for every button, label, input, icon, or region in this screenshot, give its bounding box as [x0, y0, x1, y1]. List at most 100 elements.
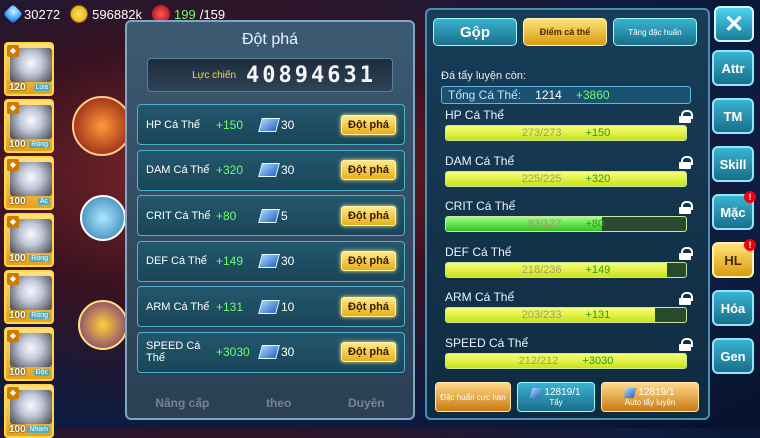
- coin-icon: [70, 5, 89, 23]
- stat-name: ARM Cá Thể: [146, 300, 210, 313]
- pet-level: 120: [9, 82, 26, 93]
- breakthrough-button[interactable]: Đột phá: [341, 342, 396, 363]
- stat-name: HP Cá Thể: [146, 118, 201, 131]
- gem-tag-icon: ◆: [7, 273, 19, 285]
- pet-type: Rồng: [29, 312, 50, 319]
- sidebar-mặc[interactable]: Mặc!: [712, 191, 756, 230]
- stat-value: 83/127: [527, 218, 562, 231]
- stone-icon: [530, 387, 543, 398]
- dac-huan-button[interactable]: Đặc huấn cực hạn: [435, 382, 511, 412]
- breakthrough-button[interactable]: Đột phá: [341, 251, 396, 272]
- stat-increase: +3030: [216, 345, 250, 360]
- gem-tag-icon: ◆: [7, 159, 19, 171]
- auto-tay-button[interactable]: 12819/1 Auto tẩy luyện: [601, 382, 699, 412]
- sidebar-hl[interactable]: HL!: [712, 239, 756, 278]
- stat-inc: +131: [585, 309, 611, 322]
- stat-bar: 273/273 +150: [445, 125, 687, 141]
- stone-cost: 30: [281, 254, 295, 269]
- tab-diem-ca-the[interactable]: Điểm cá thể: [523, 18, 607, 46]
- stone-icon: [258, 163, 280, 178]
- gem-tag-icon: ◆: [7, 216, 19, 228]
- stat-bar: 83/127 +80: [445, 216, 687, 233]
- sidebar-label: TM: [723, 108, 743, 124]
- pet-card[interactable]: ◆ 100 Nham: [4, 384, 54, 438]
- stat-inc: +149: [585, 263, 611, 276]
- stat-bar: 203/233 +131: [445, 307, 687, 324]
- tay-label: Tẩy: [549, 398, 563, 407]
- decor-orb: [72, 96, 132, 156]
- pet-card[interactable]: ◆ 100 Rồng: [4, 270, 54, 324]
- lock-icon[interactable]: [679, 110, 693, 123]
- stat-name: DEF Cá Thể: [146, 255, 207, 268]
- footer-label[interactable]: Duyên: [348, 396, 385, 410]
- close-button[interactable]: ✕: [714, 6, 754, 42]
- stat-inc: +320: [585, 172, 611, 185]
- panel-footer: Nâng cấp theo Duyên: [127, 396, 413, 410]
- diamond-icon: [3, 4, 23, 24]
- stone-icon: [258, 345, 280, 360]
- footer-label[interactable]: theo: [266, 396, 291, 410]
- lock-orb[interactable]: [80, 195, 126, 241]
- tay-button[interactable]: 12819/1 Tẩy: [517, 382, 595, 412]
- breakthrough-row: CRIT Cá Thể +80 5 Đột phá: [137, 195, 405, 237]
- stat-bar: 218/236 +149: [445, 261, 687, 278]
- sidebar-skill[interactable]: Skill: [712, 146, 754, 182]
- stat-row: CRIT Cá Thể 83/127 +80: [441, 199, 697, 245]
- stone-cost: 5: [281, 208, 288, 223]
- pet-level: 100: [9, 367, 26, 378]
- pet-card[interactable]: ◆ 100 Rồng: [4, 213, 54, 267]
- stone-icon: [624, 387, 637, 398]
- sidebar-label: Mặc: [720, 204, 746, 220]
- pet-card[interactable]: ◆ 100 Ác: [4, 156, 54, 210]
- sidebar-hóa[interactable]: Hóa: [712, 290, 754, 326]
- stat-increase: +80: [216, 208, 237, 223]
- tab-tang-dac-huan[interactable]: Tăng đặc huấn: [613, 18, 697, 46]
- sidebar-attr[interactable]: Attr: [712, 50, 754, 86]
- stat-bar-text: 83/127 +80: [446, 217, 686, 231]
- stat-bar-text: 273/273 +150: [446, 126, 686, 140]
- stat-bar: 212/212 +3030: [445, 352, 687, 369]
- stat-row: DAM Cá Thể 225/225 +320: [441, 154, 697, 200]
- total-label: Tổng Cá Thể:: [448, 88, 522, 102]
- total-plus: +3860: [575, 88, 610, 102]
- lock-icon[interactable]: [679, 292, 693, 306]
- pet-level: 100: [9, 310, 26, 321]
- stat-increase: +149: [216, 254, 244, 269]
- pet-type: Nham: [27, 426, 50, 433]
- lock-icon[interactable]: [679, 337, 693, 351]
- power-value: 40894631: [246, 62, 376, 88]
- breakthrough-button[interactable]: Đột phá: [341, 205, 396, 226]
- pet-type: Lửa: [33, 84, 50, 91]
- lock-icon[interactable]: [679, 201, 693, 215]
- dac-huan-label: Đặc huấn cực hạn: [440, 392, 506, 402]
- tab-gop[interactable]: Gộp: [433, 18, 517, 46]
- breakthrough-button[interactable]: Đột phá: [341, 114, 396, 135]
- alert-badge: !: [744, 239, 756, 251]
- stat-bar-text: 225/225 +320: [446, 172, 686, 186]
- pet-card[interactable]: ◆ 100 Rồng: [4, 99, 54, 153]
- footer-label[interactable]: Nâng cấp: [155, 396, 209, 410]
- sidebar-tm[interactable]: TM: [712, 98, 754, 134]
- breakthrough-row: ARM Cá Thể +131 10 Đột phá: [137, 286, 405, 328]
- lock-icon[interactable]: [679, 155, 693, 169]
- stone-icon: [258, 299, 280, 314]
- breakthrough-title: Đột phá: [241, 31, 299, 48]
- stone-cost: 10: [281, 299, 295, 314]
- sidebar-label: Gen: [720, 348, 746, 364]
- breakthrough-button[interactable]: Đột phá: [341, 296, 396, 317]
- breakthrough-row: SPEED Cá Thể +3030 30 Đột phá: [137, 331, 405, 373]
- pet-card[interactable]: ◆ 100 Độc: [4, 327, 54, 381]
- action-bar: Đặc huấn cực hạn 12819/1 Tẩy 12819/1 Aut…: [435, 382, 705, 412]
- stat-name: ARM Cá Thể: [445, 290, 515, 305]
- stat-value: 225/225: [521, 172, 562, 185]
- pet-card[interactable]: ◆ 120 Lửa: [4, 42, 54, 96]
- lock-icon[interactable]: [679, 246, 693, 260]
- breakthrough-button[interactable]: Đột phá: [341, 160, 396, 181]
- sidebar-gen[interactable]: Gen: [712, 338, 754, 374]
- gem-tag-icon: ◆: [7, 387, 19, 399]
- stat-tabs: Gộp Điểm cá thể Tăng đặc huấn: [427, 10, 708, 46]
- tay-count: 12819/1: [530, 387, 581, 398]
- stat-increase: +150: [216, 117, 244, 132]
- stat-row: HP Cá Thể 273/273 +150: [441, 108, 697, 154]
- pet-type: Rồng: [29, 255, 50, 262]
